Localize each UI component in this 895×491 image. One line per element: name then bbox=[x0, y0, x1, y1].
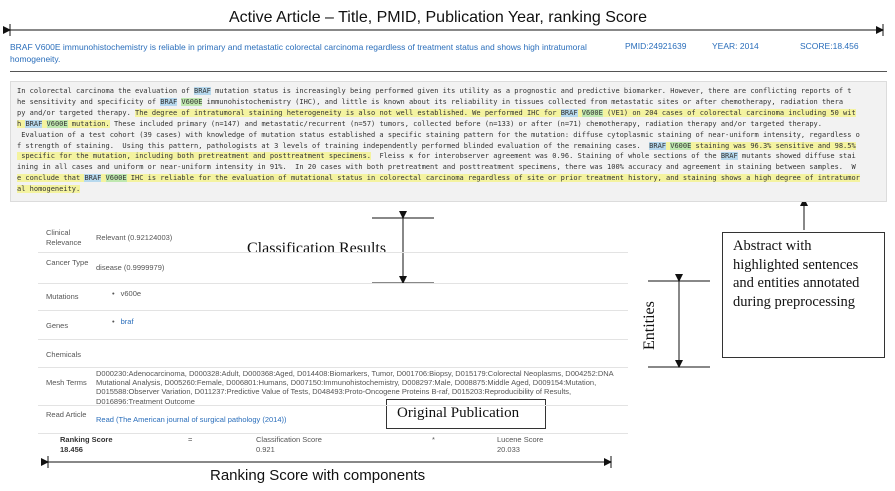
multiply-sign: * bbox=[432, 435, 435, 444]
entity-braf: BRAF bbox=[160, 97, 178, 106]
entity-v600e: V600E bbox=[581, 108, 603, 117]
entity-braf: BRAF bbox=[720, 152, 738, 161]
abstract-text: In colorectal carcinoma the evaluation o… bbox=[17, 87, 860, 194]
classification-score-label: Classification Score bbox=[256, 435, 322, 444]
score-label: SCORE:18.456 bbox=[800, 41, 859, 51]
cancer-type-row: Cancer Type disease (0.9999979) bbox=[38, 252, 628, 284]
entity-v600e: V600E bbox=[181, 97, 203, 106]
cancer-type-label: Cancer Type bbox=[46, 258, 89, 267]
clinical-relevance-label: Clinical Relevance bbox=[46, 228, 82, 247]
entities-callout: Entities bbox=[641, 301, 658, 350]
clinical-relevance-value: Relevant (0.92124003) bbox=[96, 233, 173, 242]
header-divider bbox=[10, 71, 887, 72]
entity-braf: BRAF bbox=[84, 174, 102, 183]
read-article-label: Read Article bbox=[46, 410, 87, 419]
lucene-score-value: 20.033 bbox=[497, 445, 520, 454]
mesh-terms-row: Mesh Terms D000230:Adenocarcinoma, D0003… bbox=[38, 367, 628, 406]
chemicals-row: Chemicals bbox=[38, 339, 628, 368]
ranking-callout: Ranking Score with components bbox=[210, 467, 426, 484]
entity-v600e: V600E bbox=[46, 119, 68, 128]
chemicals-label: Chemicals bbox=[46, 350, 82, 359]
ranking-score-value: 18.456 bbox=[60, 445, 83, 454]
mutations-label: Mutations bbox=[46, 292, 79, 301]
article-title-link[interactable]: BRAF V600E immunohistochemistry is relia… bbox=[10, 41, 610, 65]
highlight-sentence: The degree of intratumoral staining hete… bbox=[135, 108, 473, 117]
mutation-item: • v600e bbox=[112, 289, 142, 298]
active-article-callout: Active Article – Title, PMID, Publicatio… bbox=[229, 9, 647, 26]
ranking-row: Ranking Score 18.456 = Classification Sc… bbox=[38, 433, 628, 456]
entity-braf: BRAF bbox=[560, 108, 578, 117]
pmid-label: PMID:24921639 bbox=[625, 41, 687, 51]
mesh-terms-label: Mesh Terms bbox=[46, 378, 87, 387]
equals-sign: = bbox=[188, 435, 193, 444]
abstract-note-callout: Abstract with highlighted sentences and … bbox=[722, 232, 885, 358]
read-article-link[interactable]: Read (The American journal of surgical p… bbox=[96, 415, 287, 425]
cancer-type-value: disease (0.9999979) bbox=[96, 263, 165, 272]
year-label: YEAR: 2014 bbox=[712, 41, 759, 51]
ranking-score-label: Ranking Score bbox=[60, 435, 113, 444]
lucene-score-label: Lucene Score bbox=[497, 435, 544, 444]
gene-item[interactable]: • braf bbox=[112, 317, 134, 327]
entity-braf: BRAF bbox=[194, 87, 211, 95]
classification-score-value: 0.921 bbox=[256, 445, 275, 454]
abstract-panel: In colorectal carcinoma the evaluation o… bbox=[10, 81, 887, 202]
mutations-row: Mutations • v600e bbox=[38, 283, 628, 311]
entity-v600e: V600E bbox=[670, 141, 692, 150]
entity-v600e: V600E bbox=[105, 174, 127, 183]
entity-braf: BRAF bbox=[25, 119, 43, 128]
entity-braf: BRAF bbox=[649, 141, 667, 150]
genes-row: Genes • braf bbox=[38, 310, 628, 340]
clinical-relevance-row: Clinical Relevance Relevant (0.92124003) bbox=[38, 222, 628, 252]
mesh-terms-value: D000230:Adenocarcinoma, D000328:Adult, D… bbox=[96, 369, 614, 406]
genes-label: Genes bbox=[46, 321, 69, 330]
read-article-row: Read Article Read (The American journal … bbox=[38, 405, 628, 434]
